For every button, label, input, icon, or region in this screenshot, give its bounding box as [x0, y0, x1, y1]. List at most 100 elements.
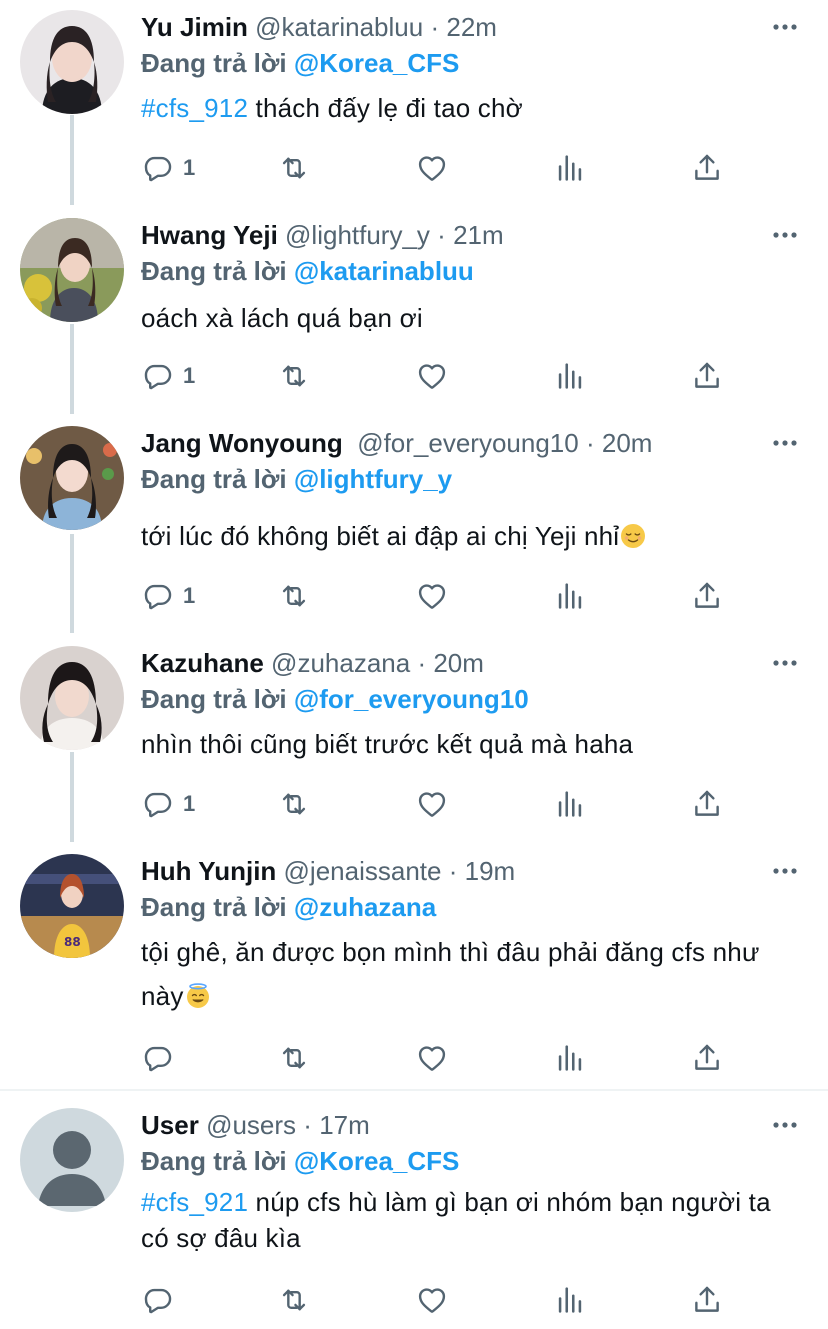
share-icon: [690, 787, 724, 821]
views-button[interactable]: [553, 1040, 587, 1076]
retweet-button[interactable]: [277, 358, 311, 394]
share-button[interactable]: [690, 786, 724, 822]
share-icon: [690, 1283, 724, 1317]
svg-text:88: 88: [64, 935, 81, 949]
display-name[interactable]: Yu Jimin: [141, 12, 248, 42]
reply-button[interactable]: 1: [141, 358, 195, 394]
avatar[interactable]: [20, 10, 124, 114]
replying-to-mention[interactable]: @zuhazana: [294, 892, 436, 922]
timestamp[interactable]: 22m: [446, 12, 497, 42]
heart-icon: [415, 579, 449, 613]
retweet-button[interactable]: [277, 578, 311, 614]
views-button[interactable]: [553, 786, 587, 822]
avatar[interactable]: [20, 426, 124, 530]
share-button[interactable]: [690, 150, 724, 186]
user-handle[interactable]: @users: [206, 1110, 296, 1140]
timestamp[interactable]: 17m: [319, 1110, 370, 1140]
thread-line: [70, 534, 74, 633]
avatar[interactable]: [20, 1108, 124, 1212]
tweet-text-content: tội ghê, ăn được bọn mình thì đâu phải đ…: [141, 937, 760, 1011]
share-button[interactable]: [690, 358, 724, 394]
reply-count: 1: [183, 583, 196, 608]
avatar[interactable]: [20, 218, 124, 322]
heart-icon: [415, 1041, 449, 1075]
replying-to-label: Đang trả lời: [141, 48, 287, 78]
replying-to-mention[interactable]: @Korea_CFS: [294, 48, 460, 78]
replying-to-label: Đang trả lời: [141, 1146, 287, 1176]
views-button[interactable]: [553, 358, 587, 394]
like-button[interactable]: [415, 786, 449, 822]
reply-button[interactable]: [141, 1040, 183, 1076]
user-handle[interactable]: @katarinabluu: [255, 12, 423, 42]
avatar[interactable]: [20, 646, 124, 750]
tweet-actions: [141, 1282, 741, 1318]
like-button[interactable]: [415, 578, 449, 614]
analytics-icon: [553, 1283, 587, 1317]
replying-to: Đang trả lời @for_everyoung10: [141, 682, 529, 716]
share-button[interactable]: [690, 1040, 724, 1076]
like-button[interactable]: [415, 1282, 449, 1318]
user-handle[interactable]: @for_everyoung10: [357, 428, 579, 458]
heart-icon: [415, 151, 449, 185]
hashtag-link[interactable]: #cfs_912: [141, 93, 248, 123]
separator-dot: ·: [417, 648, 427, 678]
retweet-button[interactable]: [277, 1282, 311, 1318]
replying-to: Đang trả lời @Korea_CFS: [141, 46, 459, 80]
reply-count: 1: [183, 791, 196, 816]
reply-button[interactable]: 1: [141, 150, 195, 186]
more-icon[interactable]: [772, 226, 798, 244]
replying-to-mention[interactable]: @lightfury_y: [294, 464, 452, 494]
analytics-icon: [553, 1041, 587, 1075]
user-handle[interactable]: @jenaissante: [284, 856, 442, 886]
retweet-button[interactable]: [277, 1040, 311, 1076]
user-handle[interactable]: @lightfury_y: [285, 220, 430, 250]
replying-to-mention[interactable]: @for_everyoung10: [294, 684, 529, 714]
hashtag-link[interactable]: #cfs_921: [141, 1187, 248, 1217]
display-name[interactable]: Kazuhane: [141, 648, 264, 678]
views-button[interactable]: [553, 150, 587, 186]
more-icon[interactable]: [772, 862, 798, 880]
retweet-button[interactable]: [277, 786, 311, 822]
share-button[interactable]: [690, 578, 724, 614]
tweet-text: #cfs_921 núp cfs hù làm gì bạn ơi nhóm b…: [141, 1184, 804, 1256]
replying-to-mention[interactable]: @Korea_CFS: [294, 1146, 460, 1176]
retweet-icon: [277, 359, 311, 393]
timestamp[interactable]: 20m: [602, 428, 653, 458]
reply-button[interactable]: 1: [141, 578, 195, 614]
replying-to-mention[interactable]: @katarinabluu: [294, 256, 474, 286]
timestamp[interactable]: 19m: [465, 856, 516, 886]
tweet-header: Kazuhane @zuhazana · 20m: [141, 646, 758, 680]
thread-line: [70, 324, 74, 414]
reply-button[interactable]: [141, 1282, 183, 1318]
reply-button[interactable]: 1: [141, 786, 195, 822]
avatar[interactable]: 88: [20, 854, 124, 958]
replying-to: Đang trả lời @katarinabluu: [141, 254, 474, 288]
display-name[interactable]: Hwang Yeji: [141, 220, 278, 250]
more-icon[interactable]: [772, 654, 798, 672]
separator-dot: ·: [585, 428, 595, 458]
more-icon[interactable]: [772, 1116, 798, 1134]
timestamp[interactable]: 21m: [453, 220, 504, 250]
reply-count: 1: [183, 363, 196, 388]
like-button[interactable]: [415, 358, 449, 394]
display-name[interactable]: User: [141, 1110, 199, 1140]
tweet-actions: 1: [141, 150, 741, 186]
smiling-face-with-halo-emoji: [185, 983, 211, 1009]
retweet-icon: [277, 151, 311, 185]
display-name[interactable]: Huh Yunjin: [141, 856, 276, 886]
views-button[interactable]: [553, 578, 587, 614]
share-button[interactable]: [690, 1282, 724, 1318]
more-icon[interactable]: [772, 18, 798, 36]
replying-to: Đang trả lời @zuhazana: [141, 890, 436, 924]
like-button[interactable]: [415, 150, 449, 186]
display-name[interactable]: Jang Wonyoung: [141, 428, 343, 458]
replying-to-label: Đang trả lời: [141, 892, 287, 922]
like-button[interactable]: [415, 1040, 449, 1076]
more-icon[interactable]: [772, 434, 798, 452]
separator-dot: ·: [303, 1110, 312, 1140]
timestamp[interactable]: 20m: [433, 648, 484, 678]
user-handle[interactable]: @zuhazana: [271, 648, 410, 678]
views-button[interactable]: [553, 1282, 587, 1318]
thread-line: [70, 752, 74, 842]
retweet-button[interactable]: [277, 150, 311, 186]
